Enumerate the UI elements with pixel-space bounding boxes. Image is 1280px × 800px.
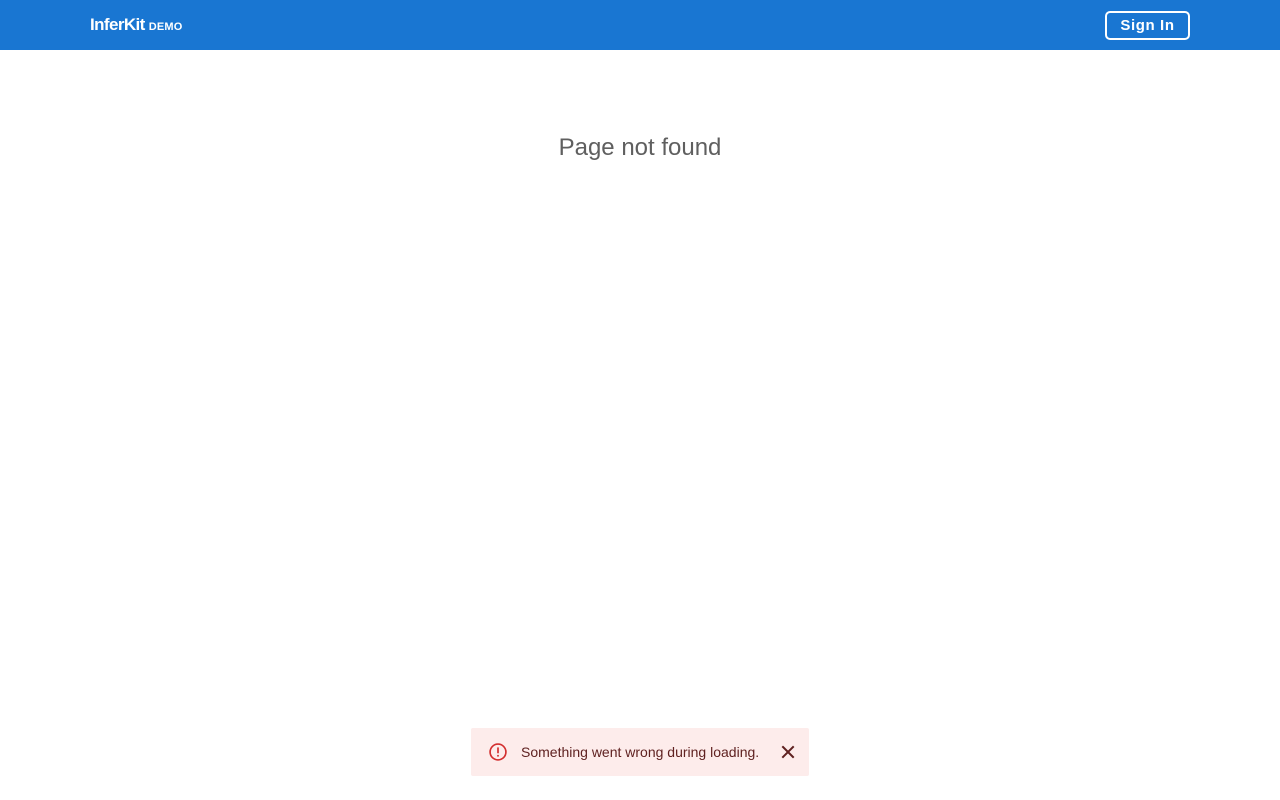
error-toast: Something went wrong during loading. <box>471 728 809 776</box>
page-title: Page not found <box>558 134 722 161</box>
error-outline-icon <box>489 743 507 761</box>
sign-in-button[interactable]: Sign In <box>1105 11 1190 40</box>
top-app-bar: InferKit DEMO Sign In <box>0 0 1280 50</box>
brand-tag: DEMO <box>148 21 183 33</box>
brand-name: InferKit <box>90 15 145 34</box>
brand-logo-link[interactable]: InferKit DEMO <box>90 15 183 35</box>
close-icon[interactable] <box>778 742 798 762</box>
toast-message: Something went wrong during loading. <box>521 744 760 760</box>
